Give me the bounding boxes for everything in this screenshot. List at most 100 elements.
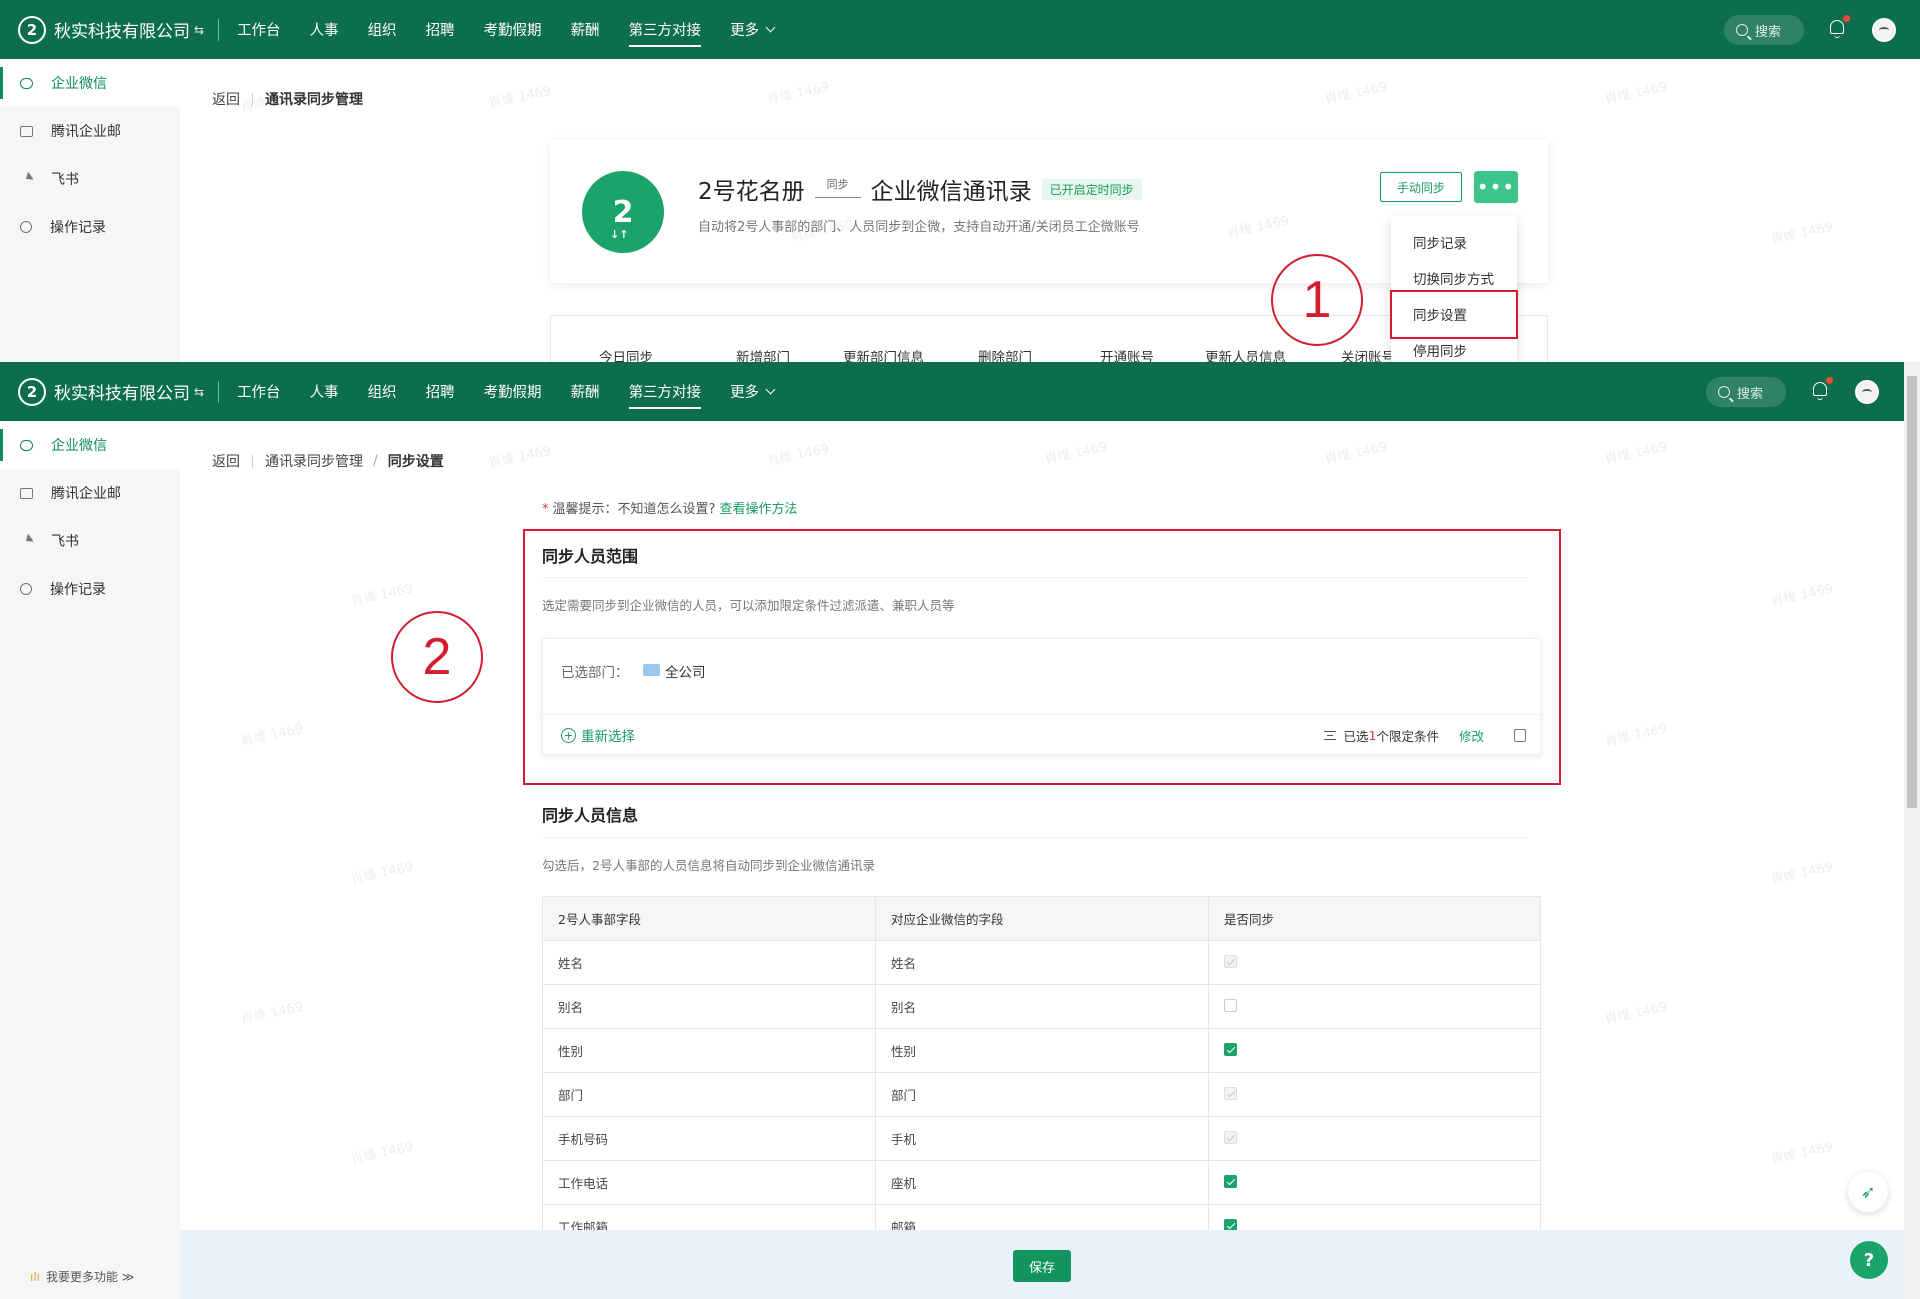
nav-workbench[interactable]: 工作台 (237, 0, 281, 59)
sidebar-item-label: 飞书 (51, 172, 79, 188)
note-icon[interactable] (1514, 729, 1526, 742)
integration-title: 2号花名册 同步 企业微信通讯录 已开启定时同步 (698, 172, 1142, 206)
nav-third-party[interactable]: 第三方对接 (628, 362, 701, 421)
nav-more[interactable]: 更多 (730, 0, 776, 59)
nav-workbench[interactable]: 工作台 (237, 362, 281, 421)
sidebar-item-label: 腾讯企业邮 (51, 486, 121, 502)
more-button[interactable]: ••• (1474, 171, 1518, 203)
nav-hr[interactable]: 人事 (310, 362, 339, 421)
reselect-button[interactable]: 重新选择 (561, 725, 635, 745)
double-chevron-icon: ≫ (121, 1270, 135, 1284)
nav-more-label: 更多 (730, 385, 760, 401)
watermark: 肖维 1469 (1603, 79, 1669, 108)
sidebar-item-logs[interactable]: 操作记录 (0, 203, 180, 251)
more-dropdown: 同步记录 切换同步方式 同步设置 停用同步 (1391, 216, 1517, 362)
switch-icon[interactable]: ⇆ (194, 23, 204, 37)
feedback-icon[interactable]: ➶ (1848, 1172, 1888, 1212)
search-button[interactable]: 搜索 (1724, 15, 1804, 45)
watermark: 肖维 1469 (765, 441, 831, 470)
target-field: 座机 (875, 1160, 1209, 1205)
avatar[interactable] (1872, 18, 1896, 42)
sidebar-item-tencent-mail[interactable]: 腾讯企业邮 (0, 469, 180, 517)
sync-checkbox (1224, 954, 1237, 968)
reselect-label: 重新选择 (581, 729, 635, 745)
sidebar-item-label: 操作记录 (50, 582, 106, 598)
help-icon[interactable]: ? (1850, 1241, 1888, 1279)
selected-dept-value: 全公司 (665, 665, 706, 681)
chart-bars-icon: ılı (30, 1270, 41, 1284)
more-features-link[interactable]: ılı 我要更多功能 ≫ (30, 1268, 134, 1285)
nav-recruit[interactable]: 招聘 (426, 362, 455, 421)
condition-summary: 已选 1 个限定条件 修改 (1323, 726, 1526, 745)
bell-icon[interactable] (1810, 377, 1833, 402)
nav-third-party[interactable]: 第三方对接 (628, 0, 701, 59)
back-link[interactable]: 返回 (212, 89, 240, 109)
sync-checkbox (1224, 1130, 1237, 1144)
watermark: 肖维 1469 (1769, 581, 1835, 610)
target-field: 部门 (875, 1072, 1209, 1117)
watermark: 肖维 1469 (239, 721, 305, 750)
logo-icon: 2 (18, 377, 46, 406)
search-icon (1718, 386, 1730, 398)
nav-payroll[interactable]: 薪酬 (571, 362, 600, 421)
sidebar-item-label: 企业微信 (51, 76, 107, 92)
status-badge: 已开启定时同步 (1041, 178, 1142, 200)
sidebar-item-feishu[interactable]: 飞书 (0, 517, 180, 565)
target-field: 手机 (875, 1116, 1209, 1161)
sidebar-item-label: 飞书 (51, 534, 79, 550)
nav-org[interactable]: 组织 (368, 362, 397, 421)
sidebar-item-tencent-mail[interactable]: 腾讯企业邮 (0, 107, 180, 155)
main-nav: 工作台 人事 组织 招聘 考勤假期 薪酬 第三方对接 更多 (237, 0, 803, 59)
nav-hr[interactable]: 人事 (310, 0, 339, 59)
watermark: 肖维 1469 (1769, 1139, 1835, 1168)
sync-checkbox[interactable] (1224, 1042, 1237, 1056)
stat-today: 今日同步 (599, 350, 653, 362)
sidebar-item-feishu[interactable]: 飞书 (0, 155, 180, 203)
sidebar-item-wecom[interactable]: 企业微信 (0, 59, 180, 107)
annotation-step-2: 2 (391, 611, 483, 703)
watermark: 肖维 1469 (487, 443, 553, 472)
nav-org[interactable]: 组织 (368, 0, 397, 59)
bell-icon[interactable] (1827, 15, 1850, 40)
sidebar-item-label: 企业微信 (51, 438, 107, 454)
help-hint: * 温馨提示：不知道怎么设置? 查看操作方法 (542, 502, 798, 517)
save-button[interactable]: 保存 (1013, 1250, 1071, 1282)
scrollbar[interactable] (1904, 362, 1920, 1299)
watermark: 肖维 1469 (349, 1139, 415, 1168)
search-icon (1736, 24, 1748, 36)
screenshot-pane-1: 2 秋实科技有限公司 ⇆ 工作台 人事 组织 招聘 考勤假期 薪酬 第三方对接 … (0, 0, 1920, 362)
section-title-info: 同步人员信息 (542, 806, 639, 825)
watermark: 肖维 1469 (1769, 859, 1835, 888)
view-guide-link[interactable]: 查看操作方法 (720, 502, 798, 517)
company-switcher[interactable]: 2 秋实科技有限公司 ⇆ (18, 15, 204, 44)
watermark: 肖维 1469 (1603, 999, 1669, 1028)
target-field: 性别 (875, 1028, 1209, 1073)
nav-recruit[interactable]: 招聘 (426, 0, 455, 59)
switch-icon[interactable]: ⇆ (194, 385, 204, 399)
nav-attendance[interactable]: 考勤假期 (484, 362, 542, 421)
footer-bar: 保存 (180, 1230, 1920, 1299)
scrollbar-thumb[interactable] (1907, 376, 1917, 808)
source-field: 性别 (542, 1028, 876, 1073)
edit-condition-link[interactable]: 修改 (1459, 726, 1484, 745)
source-field: 手机号码 (542, 1116, 876, 1161)
sync-checkbox[interactable] (1224, 998, 1237, 1012)
clock-icon (20, 583, 32, 595)
avatar[interactable] (1855, 380, 1879, 404)
watermark: 肖维 1469 (1603, 721, 1669, 750)
sidebar-item-logs[interactable]: 操作记录 (0, 565, 180, 613)
column-header: 对应企业微信的字段 (875, 896, 1209, 941)
back-link[interactable]: 返回 (212, 451, 240, 471)
nav-more[interactable]: 更多 (730, 362, 776, 421)
menu-sync-records[interactable]: 同步记录 (1391, 226, 1517, 262)
company-switcher[interactable]: 2 秋实科技有限公司 ⇆ (18, 377, 204, 406)
sidebar-item-wecom[interactable]: 企业微信 (0, 421, 180, 469)
search-button[interactable]: 搜索 (1706, 377, 1786, 407)
nav-attendance[interactable]: 考勤假期 (484, 0, 542, 59)
manual-sync-button[interactable]: 手动同步 (1380, 172, 1462, 202)
sync-checkbox[interactable] (1224, 1174, 1237, 1188)
breadcrumb-parent[interactable]: 通讯录同步管理 (265, 451, 363, 471)
watermark: 肖维 1469 (1323, 79, 1389, 108)
nav-payroll[interactable]: 薪酬 (571, 0, 600, 59)
breadcrumb: 返回 通讯录同步管理 / 同步设置 (212, 451, 444, 471)
